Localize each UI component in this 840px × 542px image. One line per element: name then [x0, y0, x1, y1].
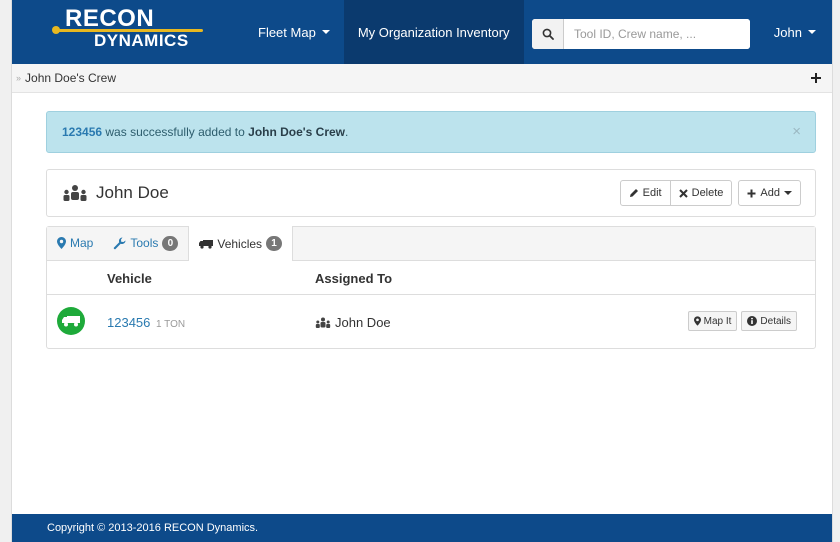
plus-icon[interactable]: [808, 70, 824, 86]
search-input[interactable]: [564, 19, 750, 49]
tab-bar: Map Tools 0 Vehicles 1: [47, 226, 815, 261]
map-it-button[interactable]: Map It: [687, 311, 738, 331]
brand-logo[interactable]: RECON DYNAMICS: [12, 0, 212, 64]
tab-map[interactable]: Map: [47, 226, 103, 260]
details-label: Details: [760, 315, 791, 327]
chevron-down-icon: [784, 191, 792, 195]
nav-inventory-label: My Organization Inventory: [357, 24, 510, 40]
tab-tools-label: Tools: [130, 236, 159, 250]
breadcrumb-current[interactable]: John Doe's Crew: [25, 71, 116, 85]
delete-button[interactable]: Delete: [670, 180, 733, 206]
column-header-assigned: Assigned To: [315, 271, 393, 286]
plus-icon: [747, 189, 756, 197]
assigned-to: John Doe: [315, 315, 391, 330]
crew-icon: [315, 317, 331, 328]
map-marker-icon: [57, 237, 66, 249]
chevron-down-icon: [808, 30, 816, 34]
tab-tools[interactable]: Tools 0: [103, 226, 188, 260]
map-it-label: Map It: [703, 315, 732, 327]
delete-label: Delete: [691, 187, 724, 199]
crew-name: John Doe: [96, 183, 169, 202]
nav-inventory[interactable]: My Organization Inventory: [343, 0, 524, 64]
footer: Copyright © 2013-2016 RECON Dynamics.: [12, 514, 832, 542]
truck-icon: [199, 239, 214, 249]
map-marker-icon: [693, 316, 701, 326]
tab-vehicles-label: Vehicles: [217, 236, 263, 251]
truck-icon: [62, 316, 80, 327]
alert-id-link[interactable]: 123456: [62, 125, 102, 139]
nav-fleet-map-label: Fleet Map: [258, 24, 316, 40]
tools-count-badge: 0: [162, 235, 179, 251]
alert-end: .: [345, 125, 349, 139]
copyright-text: Copyright © 2013-2016 RECON Dynamics.: [47, 522, 259, 534]
navbar: RECON DYNAMICS Fleet Map My Organization…: [12, 0, 832, 64]
times-icon: [678, 188, 688, 198]
vehicle-link[interactable]: 123456 1 TON: [107, 315, 185, 330]
crew-header-panel: John Doe Edit Delete Add: [46, 169, 816, 217]
success-alert: 123456 was successfully added to John Do…: [46, 111, 816, 153]
wrench-icon: [114, 236, 126, 249]
close-icon[interactable]: ×: [792, 123, 801, 140]
vehicle-status-icon: [57, 307, 85, 335]
table-header: Vehicle Assigned To: [47, 261, 815, 295]
details-button[interactable]: Details: [741, 311, 797, 331]
window-frame-right: [832, 0, 840, 542]
crew-content-panel: Map Tools 0 Vehicles 1 Vehicle Assigned …: [46, 226, 816, 349]
logo-line2: DYNAMICS: [94, 31, 189, 50]
pencil-icon: [629, 189, 638, 197]
search-icon: [542, 28, 554, 40]
vehicle-id: 123456: [107, 315, 151, 330]
assigned-to-name: John Doe: [335, 315, 391, 330]
breadcrumb-separator-icon: »: [16, 73, 22, 83]
vehicles-count-badge: 1: [266, 236, 283, 251]
row-actions: Map It Details: [687, 311, 797, 331]
window-frame-left: [0, 0, 12, 542]
tab-map-label: Map: [70, 236, 94, 250]
logo-line1: RECON: [65, 5, 155, 32]
table-row: 123456 1 TON John Doe Map It Details: [47, 295, 815, 349]
add-label: Add: [760, 187, 780, 199]
nav-fleet-map[interactable]: Fleet Map: [244, 0, 344, 64]
search-button[interactable]: [532, 19, 564, 49]
search-box: [532, 19, 750, 49]
crew-actions: Edit Delete Add: [619, 180, 801, 206]
user-menu[interactable]: John: [774, 0, 816, 64]
alert-target: John Doe's Crew: [248, 125, 346, 139]
user-menu-label: John: [773, 24, 802, 40]
info-icon: [747, 316, 758, 326]
crew-icon: [63, 185, 87, 201]
alert-message: was successfully added to: [105, 125, 245, 139]
chevron-down-icon: [321, 30, 330, 34]
edit-label: Edit: [642, 187, 662, 199]
vehicle-type: 1 TON: [156, 319, 186, 330]
column-header-vehicle: Vehicle: [107, 271, 152, 286]
edit-button[interactable]: Edit: [619, 180, 671, 206]
tab-vehicles[interactable]: Vehicles 1: [188, 226, 294, 261]
breadcrumb: » John Doe's Crew: [12, 64, 832, 93]
add-button[interactable]: Add: [738, 180, 801, 206]
